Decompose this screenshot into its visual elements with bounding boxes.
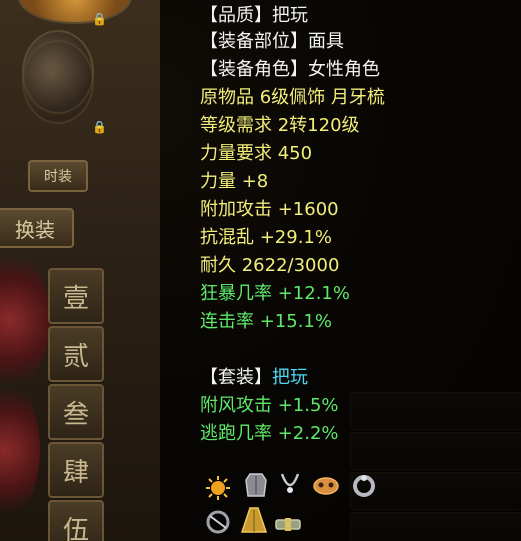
stat-chaos-resistance: 抗混乱 +29.1% <box>200 227 332 248</box>
robe-icon[interactable] <box>240 506 268 534</box>
fashion-button-label: 时装 <box>44 169 72 185</box>
item-equip-role: 【装备角色】女性角色 <box>200 59 380 80</box>
item-strength-requirement: 力量要求 450 <box>200 143 313 164</box>
preset-slot-label: 叁 <box>62 399 89 430</box>
equipment-slot-orb-2[interactable] <box>22 40 94 124</box>
necklace-icon[interactable] <box>276 470 304 498</box>
item-tooltip: 【品质】把玩 【装备部位】面具 【装备角色】女性角色 原物品 6级佩饰 月牙梳 … <box>160 0 521 541</box>
preset-slot-5[interactable]: 伍 <box>48 500 104 541</box>
preset-slot-2[interactable]: 贰 <box>48 326 104 382</box>
stat-strength: 力量 +8 <box>200 171 269 192</box>
preset-slot-label: 肆 <box>62 457 89 488</box>
armor-icon[interactable] <box>242 470 270 498</box>
red-glow-decoration <box>0 380 40 520</box>
ring-icon[interactable] <box>350 472 378 500</box>
set-bonus-wind-attack: 附风攻击 +1.5% <box>200 395 339 416</box>
preset-slot-4[interactable]: 肆 <box>48 442 104 498</box>
item-durability: 耐久 2622/3000 <box>200 255 340 276</box>
equipment-orb-top[interactable] <box>18 0 132 24</box>
stat-bonus-attack: 附加攻击 +1600 <box>200 199 339 220</box>
lock-icon: 🔒 <box>92 12 107 26</box>
item-origin: 原物品 6级佩饰 月牙梳 <box>200 87 385 108</box>
set-prefix: 【套装】 <box>200 367 272 388</box>
set-name: 把玩 <box>272 367 308 388</box>
preset-slot-3[interactable]: 叁 <box>48 384 104 440</box>
fashion-button[interactable]: 时装 <box>28 160 88 192</box>
preset-slot-label: 贰 <box>62 341 89 372</box>
set-bonus-flee-chance: 逃跑几率 +2.2% <box>200 423 339 444</box>
preset-slot-label: 壹 <box>62 283 89 314</box>
item-quality: 【品质】把玩 <box>200 5 308 26</box>
item-equip-slot: 【装备部位】面具 <box>200 31 344 52</box>
set-header: 【套装】把玩 <box>200 366 308 390</box>
preset-slot-1[interactable]: 壹 <box>48 268 104 324</box>
item-level-requirement: 等级需求 2转120级 <box>200 115 360 136</box>
bracelet-icon[interactable] <box>204 508 232 536</box>
red-glow-decoration <box>0 250 50 390</box>
stat-combo-rate: 连击率 +15.1% <box>200 311 332 332</box>
sun-pendant-icon[interactable] <box>204 474 232 502</box>
swap-equipment-button[interactable]: 换装 <box>0 208 74 248</box>
stat-berserk-chance: 狂暴几率 +12.1% <box>200 283 350 304</box>
preset-slot-label: 伍 <box>62 515 89 541</box>
game-screen: 🔒 🔒 时装 换装 壹 贰 叁 肆 伍 【品质】把玩 【装备部位】面具 【装备角… <box>0 0 521 541</box>
lock-icon: 🔒 <box>92 120 107 134</box>
mask-icon[interactable] <box>312 472 340 500</box>
equipment-panel: 🔒 🔒 时装 换装 壹 贰 叁 肆 伍 <box>0 0 160 541</box>
swap-button-label: 换装 <box>15 217 55 242</box>
belt-icon[interactable] <box>274 510 302 538</box>
